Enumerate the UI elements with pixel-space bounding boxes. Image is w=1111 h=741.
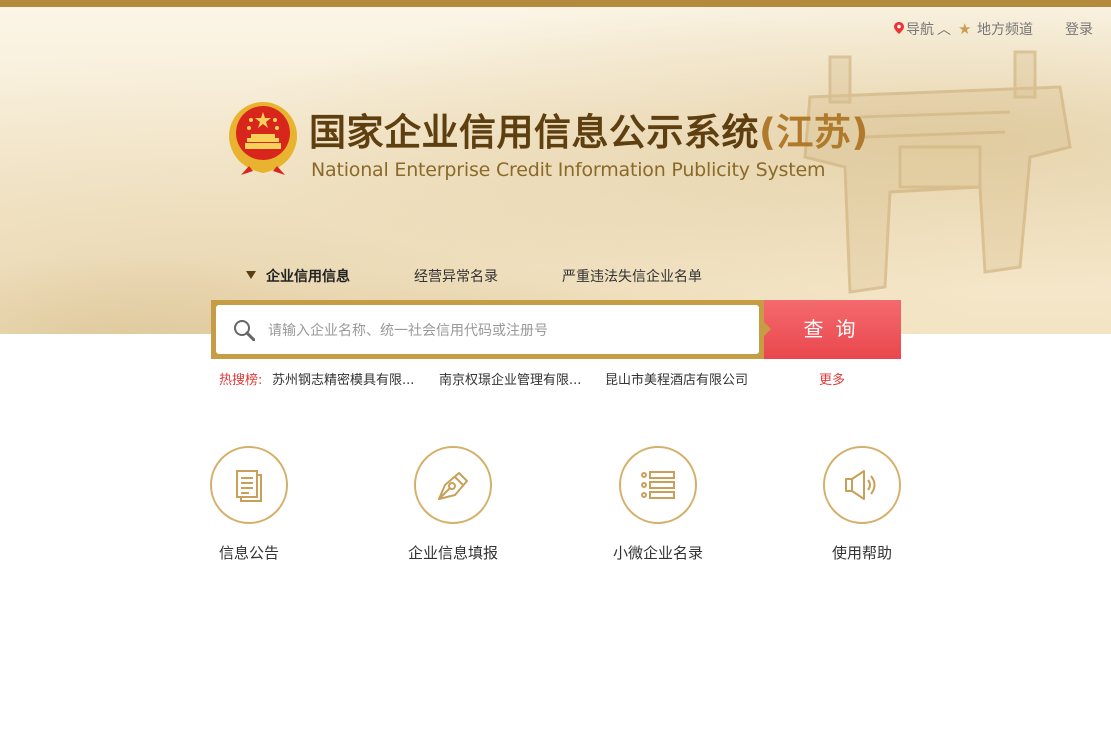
search-box [216,305,759,356]
hot-search-item[interactable]: 南京权璟企业管理有限... [439,369,581,388]
feature-label[interactable]: 使用帮助 [787,542,937,563]
feature-label[interactable]: 小微企业名录 [583,542,733,563]
site-title-region: (江苏) [759,111,869,154]
hot-search-item[interactable]: 昆山市美程酒店有限公司 [605,369,748,388]
local-channel-link[interactable]: 地方频道 [977,19,1033,39]
bronze-vessel-watermark [803,50,1072,294]
search-input[interactable] [266,305,750,356]
location-pin-icon [894,22,904,34]
chevron-up-icon: ︿ [937,22,951,38]
search-button[interactable]: 查询 [764,300,901,359]
tab-abnormal-list[interactable]: 经营异常名录 [414,266,498,286]
nav-guide-link[interactable]: 导航 ︿ [906,19,951,39]
hot-search-more-link[interactable]: 更多 [819,369,845,388]
enterprise-report-button[interactable] [414,446,492,524]
search-icon [234,320,255,341]
tab-dishonest-list[interactable]: 严重违法失信企业名单 [562,266,702,286]
info-notice-button[interactable] [210,446,288,524]
feature-enterprise-report: 企业信息填报 [378,446,528,563]
site-title-english: National Enterprise Credit Information P… [311,159,826,181]
pen-nib-icon [438,472,468,500]
document-icon [236,470,262,502]
site-title: 国家企业信用信息公示系统(江苏) [309,111,869,155]
feature-small-micro-list: 小微企业名录 [583,446,733,563]
usage-help-button[interactable] [823,446,901,524]
login-link[interactable]: 登录 [1065,19,1093,39]
feature-label[interactable]: 企业信息填报 [378,542,528,563]
nav-guide-label: 导航 [906,22,934,38]
speaker-icon [845,470,876,500]
search-button-notch [764,322,771,336]
hot-search-label: 热搜榜: [219,373,263,388]
site-title-text: 国家企业信用信息公示系统 [309,111,759,154]
feature-usage-help: 使用帮助 [787,446,937,563]
list-icon [641,471,675,499]
national-emblem-logo [229,102,297,175]
hot-search-item[interactable]: 苏州钢志精密模具有限... [272,369,414,388]
search-bar [211,300,764,359]
top-border-bar [0,0,1111,7]
tab-enterprise-credit[interactable]: 企业信用信息 [266,266,350,286]
feature-label[interactable]: 信息公告 [174,542,324,563]
active-tab-indicator-icon [246,271,256,279]
feature-info-notice: 信息公告 [174,446,324,563]
star-icon: ★ [958,20,972,38]
small-micro-list-button[interactable] [619,446,697,524]
